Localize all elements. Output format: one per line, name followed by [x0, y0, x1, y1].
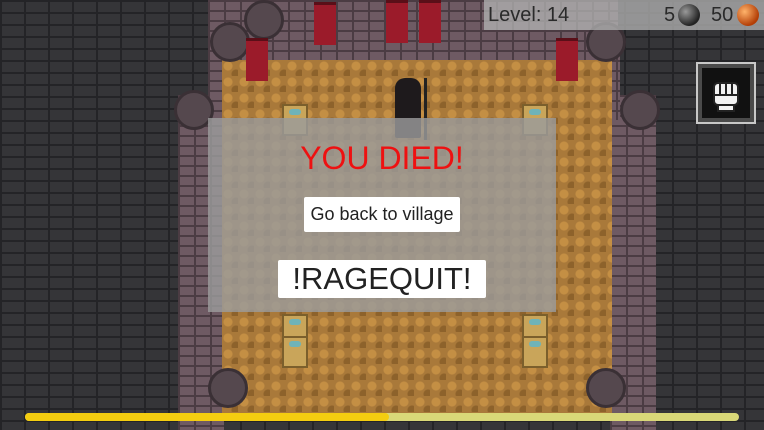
dark-orb-count: 5: [664, 4, 676, 26]
banner: [314, 2, 336, 45]
pedestal: [282, 336, 308, 368]
ability-button[interactable]: [696, 62, 756, 124]
banner: [556, 38, 578, 81]
tower-bottom-right: [586, 368, 626, 408]
go-back-to-village-button[interactable]: Go back to village: [304, 197, 460, 232]
dark-orb-icon: [678, 4, 700, 26]
fire-orb-count: 50: [711, 4, 734, 26]
banner: [246, 38, 268, 81]
progress-bar: [25, 413, 739, 421]
ragequit-button[interactable]: !RAGEQUIT!: [278, 260, 486, 298]
banner: [419, 0, 441, 43]
gauntlet-fist-icon: [702, 68, 750, 118]
banner: [386, 0, 408, 43]
tower-bottom-left: [208, 368, 248, 408]
pedestal: [522, 336, 548, 368]
tower-mid-right: [620, 90, 660, 130]
fire-orb-icon: [737, 4, 759, 26]
level-label: Level: 14: [488, 4, 570, 26]
tower-top-left: [210, 22, 250, 62]
tower-top-center-left: [244, 0, 284, 40]
progress-bar-fill: [25, 413, 390, 421]
you-died-title: YOU DIED!: [300, 140, 464, 176]
